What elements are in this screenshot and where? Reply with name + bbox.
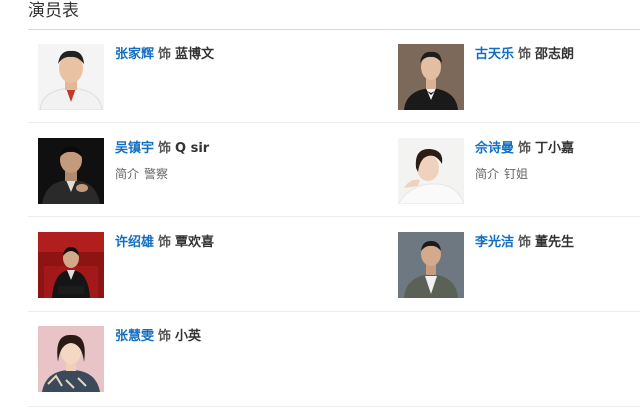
- intro-label: 简介: [115, 167, 140, 181]
- role-name: Q sir: [175, 141, 210, 156]
- row-divider: [28, 406, 640, 407]
- actor-photo[interactable]: [398, 44, 464, 110]
- plays-label: 饰: [518, 47, 532, 62]
- cast-item: 佘诗曼饰丁小嘉 简介 钉姐: [398, 138, 574, 204]
- plays-label: 饰: [158, 47, 172, 62]
- actor-link[interactable]: 张慧雯: [115, 329, 154, 344]
- actor-link[interactable]: 许绍雄: [115, 235, 154, 250]
- cast-item: 李光洁饰董先生: [398, 232, 574, 298]
- role-name: 蓝博文: [175, 47, 215, 62]
- plays-label: 饰: [518, 235, 532, 250]
- plays-label: 饰: [158, 329, 172, 344]
- actor-photo[interactable]: [398, 232, 464, 298]
- actor-photo[interactable]: [38, 138, 104, 204]
- intro-text: 警察: [144, 167, 169, 181]
- role-name: 邵志朗: [535, 47, 575, 62]
- role-name: 董先生: [535, 235, 575, 250]
- cast-item: 张家辉饰蓝博文: [38, 44, 214, 110]
- actor-link[interactable]: 吴镇宇: [115, 141, 154, 156]
- actor-link[interactable]: 古天乐: [475, 47, 514, 62]
- role-name: 覃欢喜: [175, 235, 215, 250]
- cast-item: 张慧雯饰小英: [38, 326, 201, 392]
- actor-photo[interactable]: [38, 232, 104, 298]
- cast-item: 吴镇宇饰 Q sir 简介 警察: [38, 138, 209, 204]
- row-divider: [28, 122, 640, 123]
- actor-photo[interactable]: [38, 44, 104, 110]
- actor-photo[interactable]: [38, 326, 104, 392]
- actor-photo[interactable]: [398, 138, 464, 204]
- row-divider: [28, 311, 640, 312]
- actor-link[interactable]: 佘诗曼: [475, 141, 514, 156]
- cast-item: 许绍雄饰覃欢喜: [38, 232, 214, 298]
- intro-label: 简介: [475, 167, 500, 181]
- plays-label: 饰: [518, 141, 532, 156]
- section-title: 演员表: [28, 1, 79, 21]
- title-divider: [28, 29, 640, 30]
- intro-text: 钉姐: [504, 167, 529, 181]
- row-divider: [28, 216, 640, 217]
- plays-label: 饰: [158, 235, 172, 250]
- plays-label: 饰: [158, 141, 172, 156]
- cast-item: 古天乐饰邵志朗: [398, 44, 574, 110]
- actor-link[interactable]: 张家辉: [115, 47, 154, 62]
- actor-link[interactable]: 李光洁: [475, 235, 514, 250]
- role-name: 丁小嘉: [535, 141, 575, 156]
- role-name: 小英: [175, 329, 202, 344]
